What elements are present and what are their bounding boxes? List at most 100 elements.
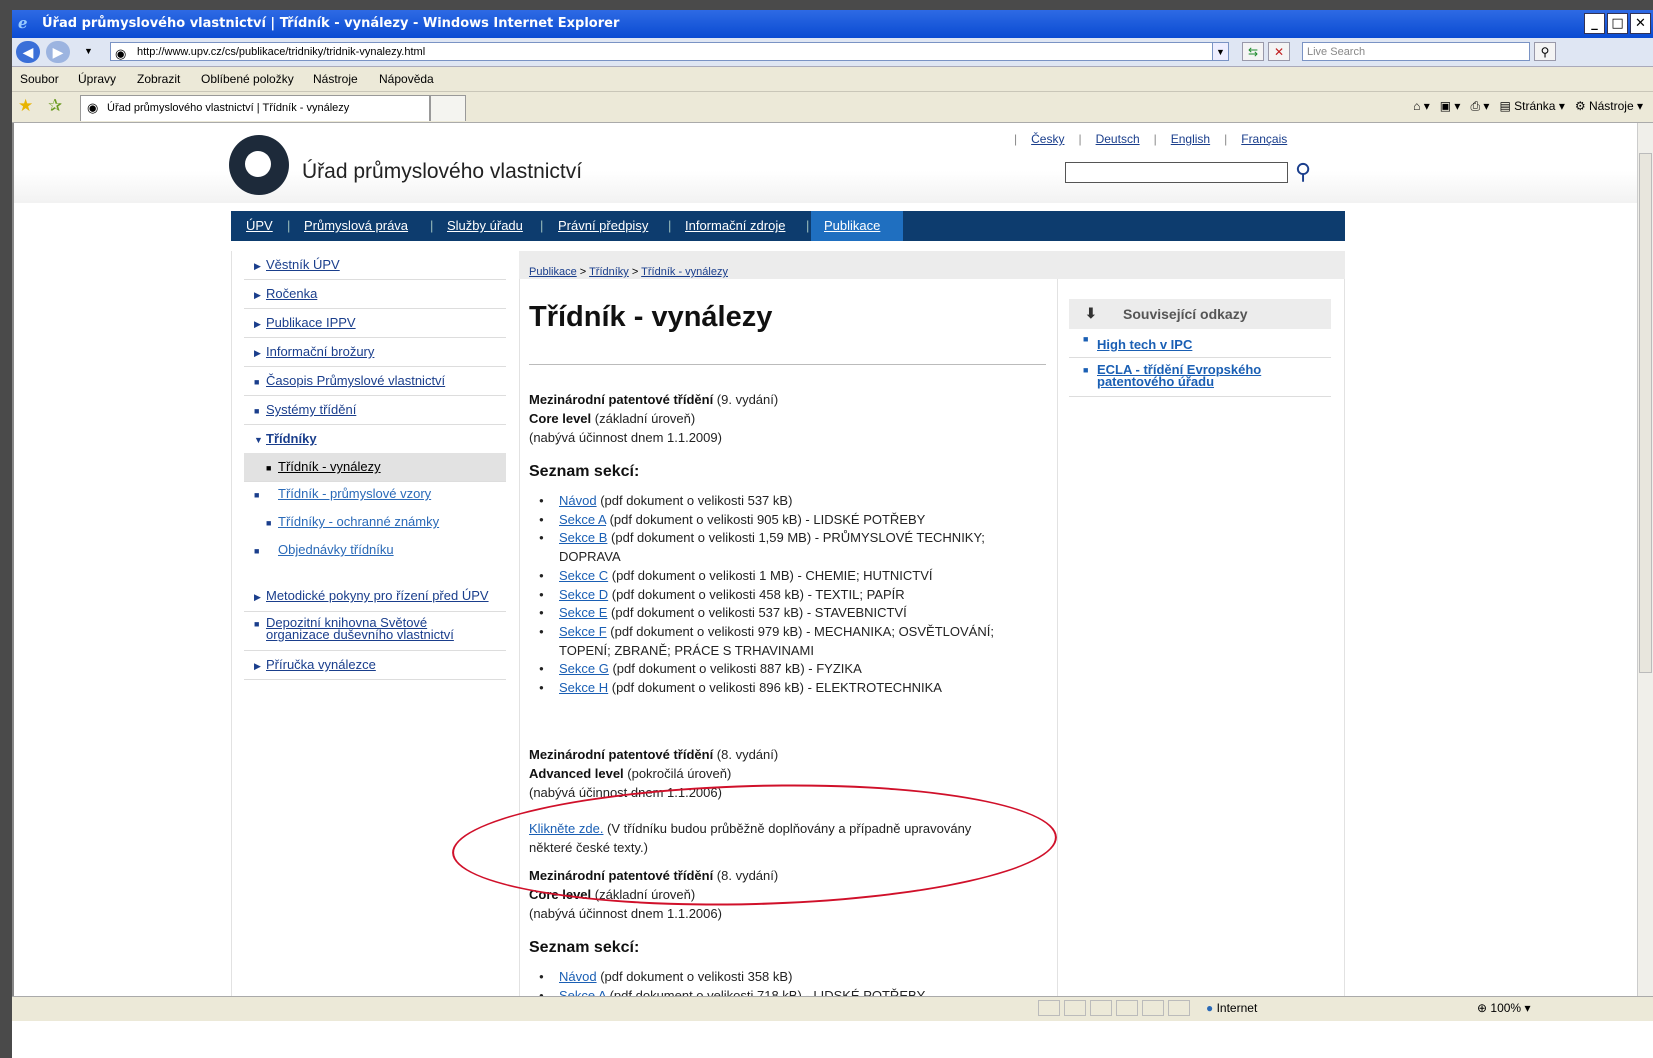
maximize-button[interactable]: □ (1607, 13, 1628, 34)
refresh-icon[interactable]: ⇆ (1242, 42, 1264, 61)
tab-current[interactable]: ◉ Úřad průmyslového vlastnictví | Třídní… (80, 95, 430, 121)
tools-menu[interactable]: Nástroje (1589, 99, 1634, 113)
menu-soubor[interactable]: Soubor (20, 72, 59, 86)
sections-list: Návod (pdf dokument o velikosti 537 kB) … (539, 492, 994, 698)
feeds-icon[interactable]: ▣ ▾ (1440, 99, 1461, 113)
section-link-c[interactable]: Sekce C (559, 568, 608, 583)
section-link-e[interactable]: Sekce E (559, 605, 607, 620)
left-item-depozitni-knihovna[interactable]: ■ Depozitní knihovna Světové organizace d… (244, 612, 506, 651)
title-divider (529, 364, 1046, 365)
tab-page-icon: ◉ (87, 100, 99, 115)
section2-link-a[interactable]: Sekce A (559, 988, 606, 996)
related-links-header: ⬇ Související odkazy (1069, 299, 1331, 329)
site-search-input[interactable] (1065, 162, 1288, 183)
window-title: Úřad průmyslového vlastnictví | Třídník … (42, 16, 620, 31)
menu-napoveda[interactable]: Nápověda (379, 72, 434, 86)
lang-french[interactable]: Français (1241, 132, 1287, 146)
back-icon[interactable]: ◀ (16, 41, 40, 63)
block1: Mezinárodní patentové třídění (9. vydání… (529, 392, 779, 445)
section-link-g[interactable]: Sekce G (559, 661, 609, 676)
nav-prumyslova-prava[interactable]: Průmyslová práva (304, 218, 408, 233)
section-link-f[interactable]: Sekce F (559, 624, 607, 639)
tools-gear-icon: ⚙ (1574, 99, 1586, 113)
left-item-rocenka[interactable]: ▶ Ročenka (244, 280, 506, 309)
language-switcher: | Česky | Deutsch | English | Français (1014, 132, 1288, 146)
related-item-ecla[interactable]: ■ ECLA - třídění Evropského patentového … (1069, 358, 1331, 397)
list-item: Sekce B (pdf dokument o velikosti 1,59 M… (539, 529, 994, 548)
section2-link-navod[interactable]: Návod (559, 969, 597, 984)
breadcrumb-current[interactable]: Třídník - vynálezy (641, 266, 728, 278)
menu-upravy[interactable]: Úpravy (78, 72, 116, 86)
left-item-tridniky[interactable]: ▼ Třídníky (244, 425, 506, 453)
nav-upv[interactable]: ÚPV (246, 218, 273, 233)
section-link-h[interactable]: Sekce H (559, 680, 608, 695)
url-dropdown-icon[interactable]: ▼ (1212, 42, 1229, 61)
section-link-d[interactable]: Sekce D (559, 587, 608, 602)
url-field[interactable]: ◉ http://www.upv.cz/cs/publikace/tridnik… (110, 42, 1228, 61)
print-icon[interactable]: ⎙ ▾ (1470, 99, 1489, 113)
vertical-scrollbar[interactable] (1637, 123, 1653, 996)
nav-informacni-zdroje[interactable]: Informační zdroje (685, 218, 785, 233)
section-link-b[interactable]: Sekce B (559, 530, 607, 545)
breadcrumb-tridniky[interactable]: Třídníky (589, 266, 629, 278)
list-item-continuation: DOPRAVA (559, 549, 621, 565)
page-title: Třídník - vynálezy (529, 301, 773, 333)
menu-nastroje[interactable]: Nástroje (313, 72, 358, 86)
search-icon[interactable]: ⚲ (1534, 42, 1556, 61)
left-item-tridnik-vynalezy[interactable]: ■ Třídník - vynálezy (244, 453, 506, 482)
section-link-a[interactable]: Sekce A (559, 512, 606, 527)
list-item: Sekce H (pdf dokument o velikosti 896 kB… (539, 679, 994, 698)
home-icon[interactable]: ⌂ ▾ (1413, 99, 1430, 113)
nav-pravni-predpisy[interactable]: Právní předpisy (558, 218, 648, 233)
zoom-level[interactable]: ⊕ 100% ▾ (1477, 1001, 1530, 1015)
page-menu[interactable]: Stránka (1514, 99, 1555, 113)
list-item: Sekce A (pdf dokument o velikosti 905 kB… (539, 511, 994, 530)
scrollbar-thumb[interactable] (1639, 153, 1652, 673)
list-item: Sekce C (pdf dokument o velikosti 1 MB) … (539, 567, 994, 586)
new-tab-button[interactable] (430, 95, 466, 121)
related-item-high-tech[interactable]: ■ High tech v IPC (1069, 331, 1331, 358)
page-menu-icon: ▤ (1499, 99, 1511, 113)
list-item: Sekce E (pdf dokument o velikosti 537 kB… (539, 604, 994, 623)
close-button[interactable]: ✕ (1630, 13, 1651, 34)
left-item-tridnik-vzory[interactable]: ■ Třídník - průmyslové vzory (244, 481, 506, 509)
left-item-casopis[interactable]: ■ Časopis Průmyslové vlastnictví (244, 367, 506, 396)
breadcrumb-publikace[interactable]: Publikace (529, 266, 577, 278)
left-item-prirucka[interactable]: ▶ Příručka vynálezce (244, 651, 506, 680)
left-item-vestnik[interactable]: ▶ Věstník ÚPV (244, 251, 506, 280)
site-name[interactable]: Úřad průmyslového vlastnictví (302, 160, 582, 184)
status-bar: ● Internet ⊕ 100% ▾ (12, 996, 1653, 1021)
list-item: Sekce D (pdf dokument o velikosti 458 kB… (539, 586, 994, 605)
lang-german[interactable]: Deutsch (1096, 132, 1140, 146)
favorites-bar: ★ ✰ ◉ Úřad průmyslového vlastnictví | Tř… (12, 92, 1653, 123)
stop-icon[interactable]: ✕ (1268, 42, 1290, 61)
menu-oblibene[interactable]: Oblíbené položky (201, 72, 294, 86)
left-item-systemy-trideni[interactable]: ■ Systémy třídění (244, 396, 506, 425)
list-item: Návod (pdf dokument o velikosti 537 kB) (539, 492, 994, 511)
minimize-button[interactable]: _ (1584, 13, 1605, 34)
lang-english[interactable]: English (1171, 132, 1210, 146)
left-item-objednavky[interactable]: ■ Objednávky třídníku (244, 537, 506, 565)
menu-zobrazit[interactable]: Zobrazit (137, 72, 180, 86)
upv-logo[interactable] (229, 135, 289, 195)
site-search-icon[interactable]: ⚲ (1295, 159, 1311, 185)
left-item-metodicke-pokyny[interactable]: ▶ Metodické pokyny pro řízení před ÚPV (244, 581, 506, 612)
favorites-star-icon[interactable]: ★ (18, 96, 33, 116)
list-item-continuation: TOPENÍ; ZBRANĚ; PRÁCE S TRHAVINAMI (559, 642, 814, 658)
arrow-down-icon: ⬇ (1085, 305, 1097, 321)
browser-window: ℯ Úřad průmyslového vlastnictví | Třídní… (12, 10, 1653, 1058)
title-bar: ℯ Úřad průmyslového vlastnictví | Třídní… (12, 10, 1653, 38)
history-dropdown-icon[interactable]: ▼ (80, 42, 97, 61)
lang-czech[interactable]: Česky (1031, 132, 1064, 146)
left-item-tridniky-znamky[interactable]: ■ Třídníky - ochranné známky (244, 509, 506, 537)
left-item-publikace-ippv[interactable]: ▶ Publikace IPPV (244, 309, 506, 338)
add-favorite-icon[interactable]: ✰ (48, 96, 62, 116)
nav-sluzby-uradu[interactable]: Služby úřadu (447, 218, 523, 233)
sections-heading: Seznam sekcí: (529, 463, 640, 480)
section-link-navod[interactable]: Návod (559, 493, 597, 508)
live-search-input[interactable]: Live Search (1302, 42, 1530, 61)
forward-icon[interactable]: ▶ (46, 41, 70, 63)
breadcrumb: Publikace > Třídníky > Třídník - vynález… (529, 266, 728, 278)
nav-publikace[interactable]: Publikace (824, 218, 880, 233)
left-item-informacni-brozury[interactable]: ▶ Informační brožury (244, 338, 506, 367)
